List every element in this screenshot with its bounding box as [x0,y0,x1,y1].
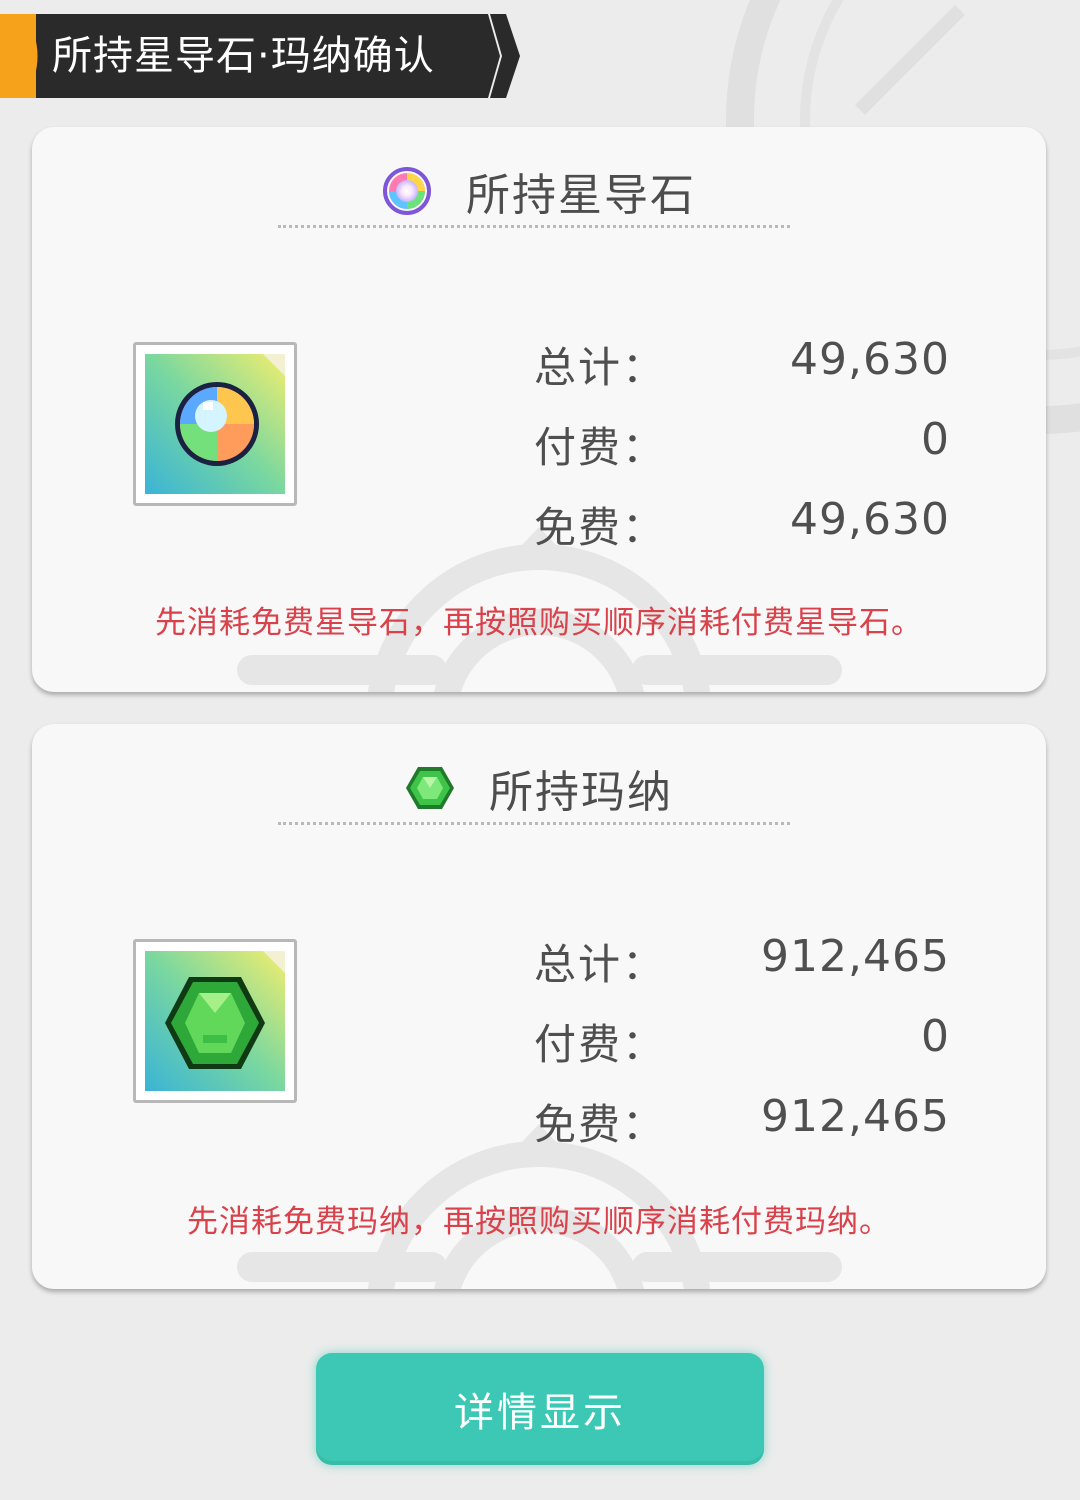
header-banner: 所持星导石·玛纳确认 [0,14,530,98]
star-stone-card-title: 所持星导石 [32,161,1046,221]
star-stone-total-row: 总计： 49,630 [534,334,950,394]
star-stone-free-row: 免费： 49,630 [534,494,950,554]
green-mana-gem-icon [406,767,454,809]
mana-consumption-note: 先消耗免费玛纳，再按照购买顺序消耗付费玛纳。 [187,1204,891,1240]
row-label: 付费： [534,423,667,472]
row-value: 912,465 [761,1091,950,1142]
row-value: 0 [921,1011,950,1062]
star-stone-consumption-note: 先消耗免费星导石，再按照购买顺序消耗付费星导石。 [155,605,923,641]
row-value: 49,630 [790,334,950,385]
mana-title-label: 所持玛纳 [489,767,673,818]
page-title: 所持星导石·玛纳确认 [52,33,435,79]
mana-item-frame [133,939,297,1103]
title-divider [278,822,790,825]
row-label: 总计： [534,940,667,989]
row-label: 总计： [534,343,667,392]
rainbow-star-stone-icon [383,167,431,215]
show-details-button[interactable]: 详情显示 [316,1353,764,1465]
mana-gem-pixel-icon [145,951,285,1091]
row-label: 免费： [534,1100,667,1149]
mana-card: 所持玛纳 总计： 912,465 付费： 0 免费： 912,465 先消耗免费… [32,724,1046,1289]
mana-total-row: 总计： 912,465 [534,931,950,991]
star-stone-item-frame [133,342,297,506]
star-stone-pixel-icon [145,354,285,494]
row-value: 0 [921,414,950,465]
mana-paid-row: 付费： 0 [534,1011,950,1071]
title-divider [278,225,790,228]
mana-free-row: 免费： 912,465 [534,1091,950,1151]
mana-card-title: 所持玛纳 [32,758,1046,818]
row-value: 912,465 [761,931,950,982]
row-value: 49,630 [790,494,950,545]
star-stone-title-label: 所持星导石 [466,170,696,221]
star-stone-card: 所持星导石 总计： 49,630 付费： 0 免费： 49,630 先消耗免费星… [32,127,1046,692]
row-label: 免费： [534,503,667,552]
star-stone-paid-row: 付费： 0 [534,414,950,474]
row-label: 付费： [534,1020,667,1069]
